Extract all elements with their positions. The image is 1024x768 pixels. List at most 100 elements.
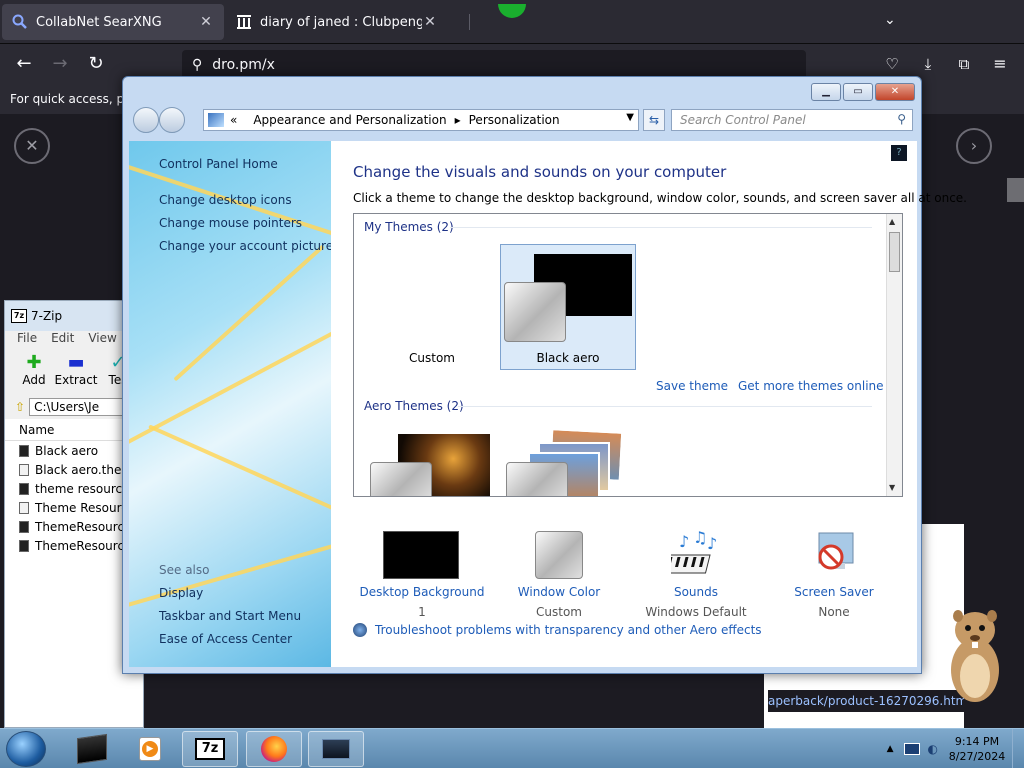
get-more-themes-link[interactable]: Get more themes online xyxy=(738,379,884,393)
screen-saver-icon[interactable] xyxy=(813,529,857,577)
plus-icon: ✚ xyxy=(26,352,42,373)
page-scrollbar[interactable] xyxy=(1007,178,1024,202)
change-account-picture-link[interactable]: Change your account picture xyxy=(159,239,331,253)
control-panel-home-link[interactable]: Control Panel Home xyxy=(159,157,278,171)
taskbar-start-menu-link[interactable]: Taskbar and Start Menu xyxy=(159,609,301,623)
troubleshoot-label: Troubleshoot problems with transparency … xyxy=(375,623,762,637)
window-color-link[interactable]: Window Color xyxy=(494,585,624,599)
search-input[interactable]: Search Control Panel ⚲ xyxy=(671,109,913,131)
browser-tabstrip: CollabNet SearXNG ✕ diary of janed : Clu… xyxy=(0,0,1024,44)
close-icon[interactable]: ✕ xyxy=(875,83,915,101)
screen-saver-link[interactable]: Screen Saver xyxy=(769,585,899,599)
extensions-icon[interactable]: ⧉ xyxy=(952,52,976,76)
forward-icon[interactable] xyxy=(159,107,185,133)
save-theme-link[interactable]: Save theme xyxy=(656,379,728,393)
reload-icon[interactable]: ↻ xyxy=(84,52,108,76)
tab-diary[interactable]: diary of janed : Clubpenguin vi ✕ xyxy=(226,4,448,40)
minimize-icon[interactable]: ▁ xyxy=(811,83,841,101)
add-label: Add xyxy=(22,373,46,387)
change-mouse-pointers-link[interactable]: Change mouse pointers xyxy=(159,216,302,230)
system-tray: ▲ ◐ 9:14 PM 8/27/2024 xyxy=(887,729,1024,768)
folder-up-icon[interactable]: ⇧ xyxy=(15,400,25,414)
menu-icon[interactable]: ≡ xyxy=(988,52,1012,76)
desktop-background-item[interactable]: Desktop Background 1 xyxy=(357,585,487,619)
desktop-background-icon[interactable] xyxy=(383,531,459,579)
aero-themes-header: Aero Themes (2) xyxy=(364,399,464,413)
dark-app-icon xyxy=(77,733,107,765)
menu-view[interactable]: View xyxy=(88,331,116,349)
address-bar[interactable]: « Appearance and Personalization ▸ Perso… xyxy=(203,109,639,131)
clock[interactable]: 9:14 PM 8/27/2024 xyxy=(942,734,1012,764)
file-icon xyxy=(19,444,29,457)
show-hidden-icons[interactable]: ▲ xyxy=(887,744,894,754)
minus-icon: ▬ xyxy=(67,352,85,373)
tab-separator xyxy=(469,14,470,30)
dropdown-icon[interactable]: ▼ xyxy=(626,112,634,123)
help-icon[interactable]: ? xyxy=(891,145,907,161)
back-icon[interactable] xyxy=(133,107,159,133)
sounds-link[interactable]: Sounds xyxy=(631,585,761,599)
window-color-icon[interactable] xyxy=(535,531,583,579)
close-circle-icon[interactable]: ✕ xyxy=(14,128,50,164)
download-icon[interactable]: ⤓ xyxy=(916,52,940,76)
extension-badge xyxy=(498,4,526,18)
breadcrumb-current[interactable]: Personalization xyxy=(469,113,560,127)
breadcrumb-prefix[interactable]: « xyxy=(230,113,237,127)
search-icon: ⚲ xyxy=(192,57,203,73)
maximize-icon[interactable]: ▭ xyxy=(843,83,873,101)
search-icon[interactable]: ⚲ xyxy=(897,112,906,126)
close-tab-icon[interactable]: ✕ xyxy=(198,14,214,30)
extract-label: Extract xyxy=(54,373,98,387)
taskbar-control-panel[interactable] xyxy=(308,731,364,767)
taskbar-firefox[interactable] xyxy=(246,731,302,767)
hamster-sticker xyxy=(944,604,1006,704)
troubleshoot-icon xyxy=(353,623,367,637)
search-placeholder: Search Control Panel xyxy=(680,113,806,127)
sounds-icon[interactable]: ♪ ♫ ♪ xyxy=(662,527,723,579)
taskbar: ▶ 7z ▲ ◐ 9:14 PM 8/27/2024 xyxy=(0,728,1024,768)
menu-file[interactable]: File xyxy=(17,331,37,349)
show-desktop-button[interactable] xyxy=(1012,729,1024,768)
pocket-icon[interactable]: ♡ xyxy=(880,52,904,76)
file-icon xyxy=(19,482,29,495)
next-circle-icon[interactable]: › xyxy=(956,128,992,164)
screen-saver-item[interactable]: Screen Saver None xyxy=(769,585,899,619)
menu-edit[interactable]: Edit xyxy=(51,331,74,349)
status-url: aperback/product-16270296.html xyxy=(768,690,964,712)
sevenzip-title: 7-Zip xyxy=(31,309,63,323)
see-also-heading: See also xyxy=(159,563,210,577)
scroll-thumb[interactable] xyxy=(889,232,900,272)
taskbar-media-player[interactable]: ▶ xyxy=(122,731,178,767)
task-pane: Control Panel Home Change desktop icons … xyxy=(129,141,331,667)
theme-list-scrollbar[interactable]: ▲ ▼ xyxy=(886,214,902,496)
window-color-item[interactable]: Window Color Custom xyxy=(494,585,624,619)
sounds-item[interactable]: Sounds Windows Default xyxy=(631,585,761,619)
tab-searxng[interactable]: CollabNet SearXNG ✕ xyxy=(2,4,224,40)
svg-text:♫: ♫ xyxy=(693,528,707,547)
taskbar-app-dark[interactable] xyxy=(64,731,120,767)
breadcrumb-parent[interactable]: Appearance and Personalization xyxy=(253,113,446,127)
change-desktop-icons-link[interactable]: Change desktop icons xyxy=(159,193,292,207)
close-tab-icon[interactable]: ✕ xyxy=(422,14,438,30)
start-button[interactable] xyxy=(6,731,46,767)
volume-icon[interactable]: ◐ xyxy=(928,742,938,756)
ease-of-access-link[interactable]: Ease of Access Center xyxy=(159,632,292,646)
troubleshoot-link[interactable]: Troubleshoot problems with transparency … xyxy=(353,623,762,637)
forward-icon[interactable]: → xyxy=(48,52,72,76)
taskbar-7zip[interactable]: 7z xyxy=(182,731,238,767)
refresh-icon[interactable]: ⇆ xyxy=(643,109,665,131)
searxng-icon xyxy=(12,14,28,30)
extract-button[interactable]: ▬ Extract xyxy=(55,349,98,395)
network-icon[interactable] xyxy=(903,743,920,755)
list-all-tabs-icon[interactable]: ⌄ xyxy=(884,12,896,28)
archive-icon xyxy=(236,14,252,30)
screen-saver-value: None xyxy=(818,605,850,619)
file-icon xyxy=(19,501,29,514)
scroll-down-icon[interactable]: ▼ xyxy=(889,483,895,492)
back-icon[interactable]: ← xyxy=(12,52,36,76)
scroll-up-icon[interactable]: ▲ xyxy=(889,217,895,226)
display-link[interactable]: Display xyxy=(159,586,203,600)
add-button[interactable]: ✚ Add xyxy=(17,349,51,395)
desktop-background-link[interactable]: Desktop Background xyxy=(357,585,487,599)
url-text: dro.pm/x xyxy=(212,57,275,73)
